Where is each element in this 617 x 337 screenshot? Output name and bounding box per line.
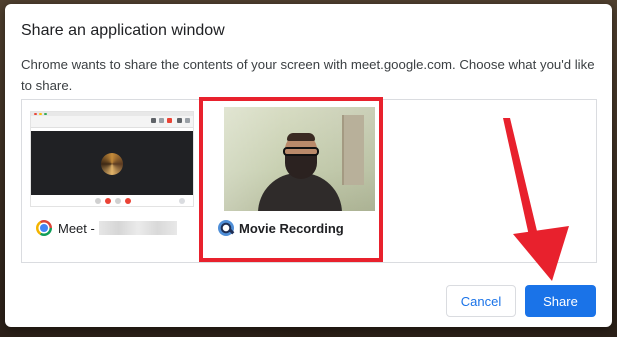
window-thumbnail-movie-recording [224,107,375,211]
window-thumbnail-meet [30,111,194,207]
cancel-button[interactable]: Cancel [446,285,516,317]
dialog-title: Share an application window [21,22,225,39]
share-button[interactable]: Share [525,285,596,317]
window-caption-meet: Meet - [36,220,177,236]
chrome-icon [36,220,52,236]
window-option-movie-recording[interactable]: Movie Recording [199,97,386,262]
window-caption-movie-recording: Movie Recording [218,220,344,236]
quicktime-icon [218,220,234,236]
window-list: Meet - Movie Recording [21,97,597,263]
window-option-meet[interactable]: Meet - [22,100,200,262]
window-label-movie-recording: Movie Recording [239,220,344,236]
window-label-meet: Meet - [58,220,95,236]
share-window-dialog: Share an application window Chrome wants… [5,4,612,327]
redacted-name [98,221,177,235]
participant-avatar [101,153,123,175]
dialog-description: Chrome wants to share the contents of yo… [21,57,595,93]
